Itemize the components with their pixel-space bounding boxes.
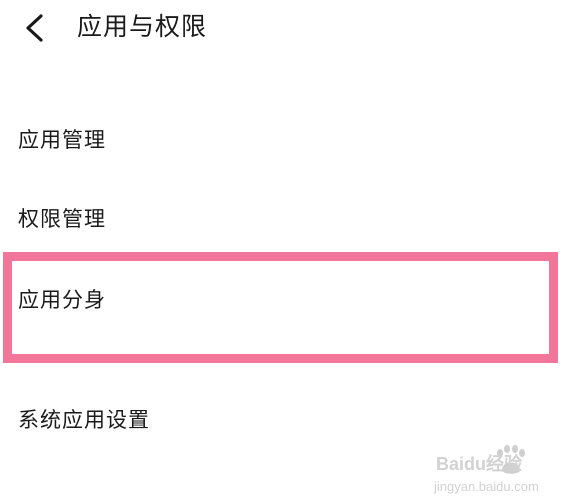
menu-item-permission-management[interactable]: 权限管理 [0,189,566,249]
back-button[interactable] [14,10,54,46]
chevron-left-icon [26,14,43,42]
watermark-logo [497,445,525,474]
app-header: 应用与权限 [0,0,566,56]
menu-item-label: 应用管理 [18,128,106,152]
menu-item-app-clone[interactable]: 应用分身 [0,270,566,330]
menu-item-label: 应用分身 [18,288,106,312]
baidu-jingyan-watermark [428,440,562,496]
menu-item-label: 系统应用设置 [18,408,150,432]
menu-item-app-management[interactable]: 应用管理 [0,110,566,170]
page-title: 应用与权限 [77,12,208,41]
menu-item-label: 权限管理 [18,207,106,231]
